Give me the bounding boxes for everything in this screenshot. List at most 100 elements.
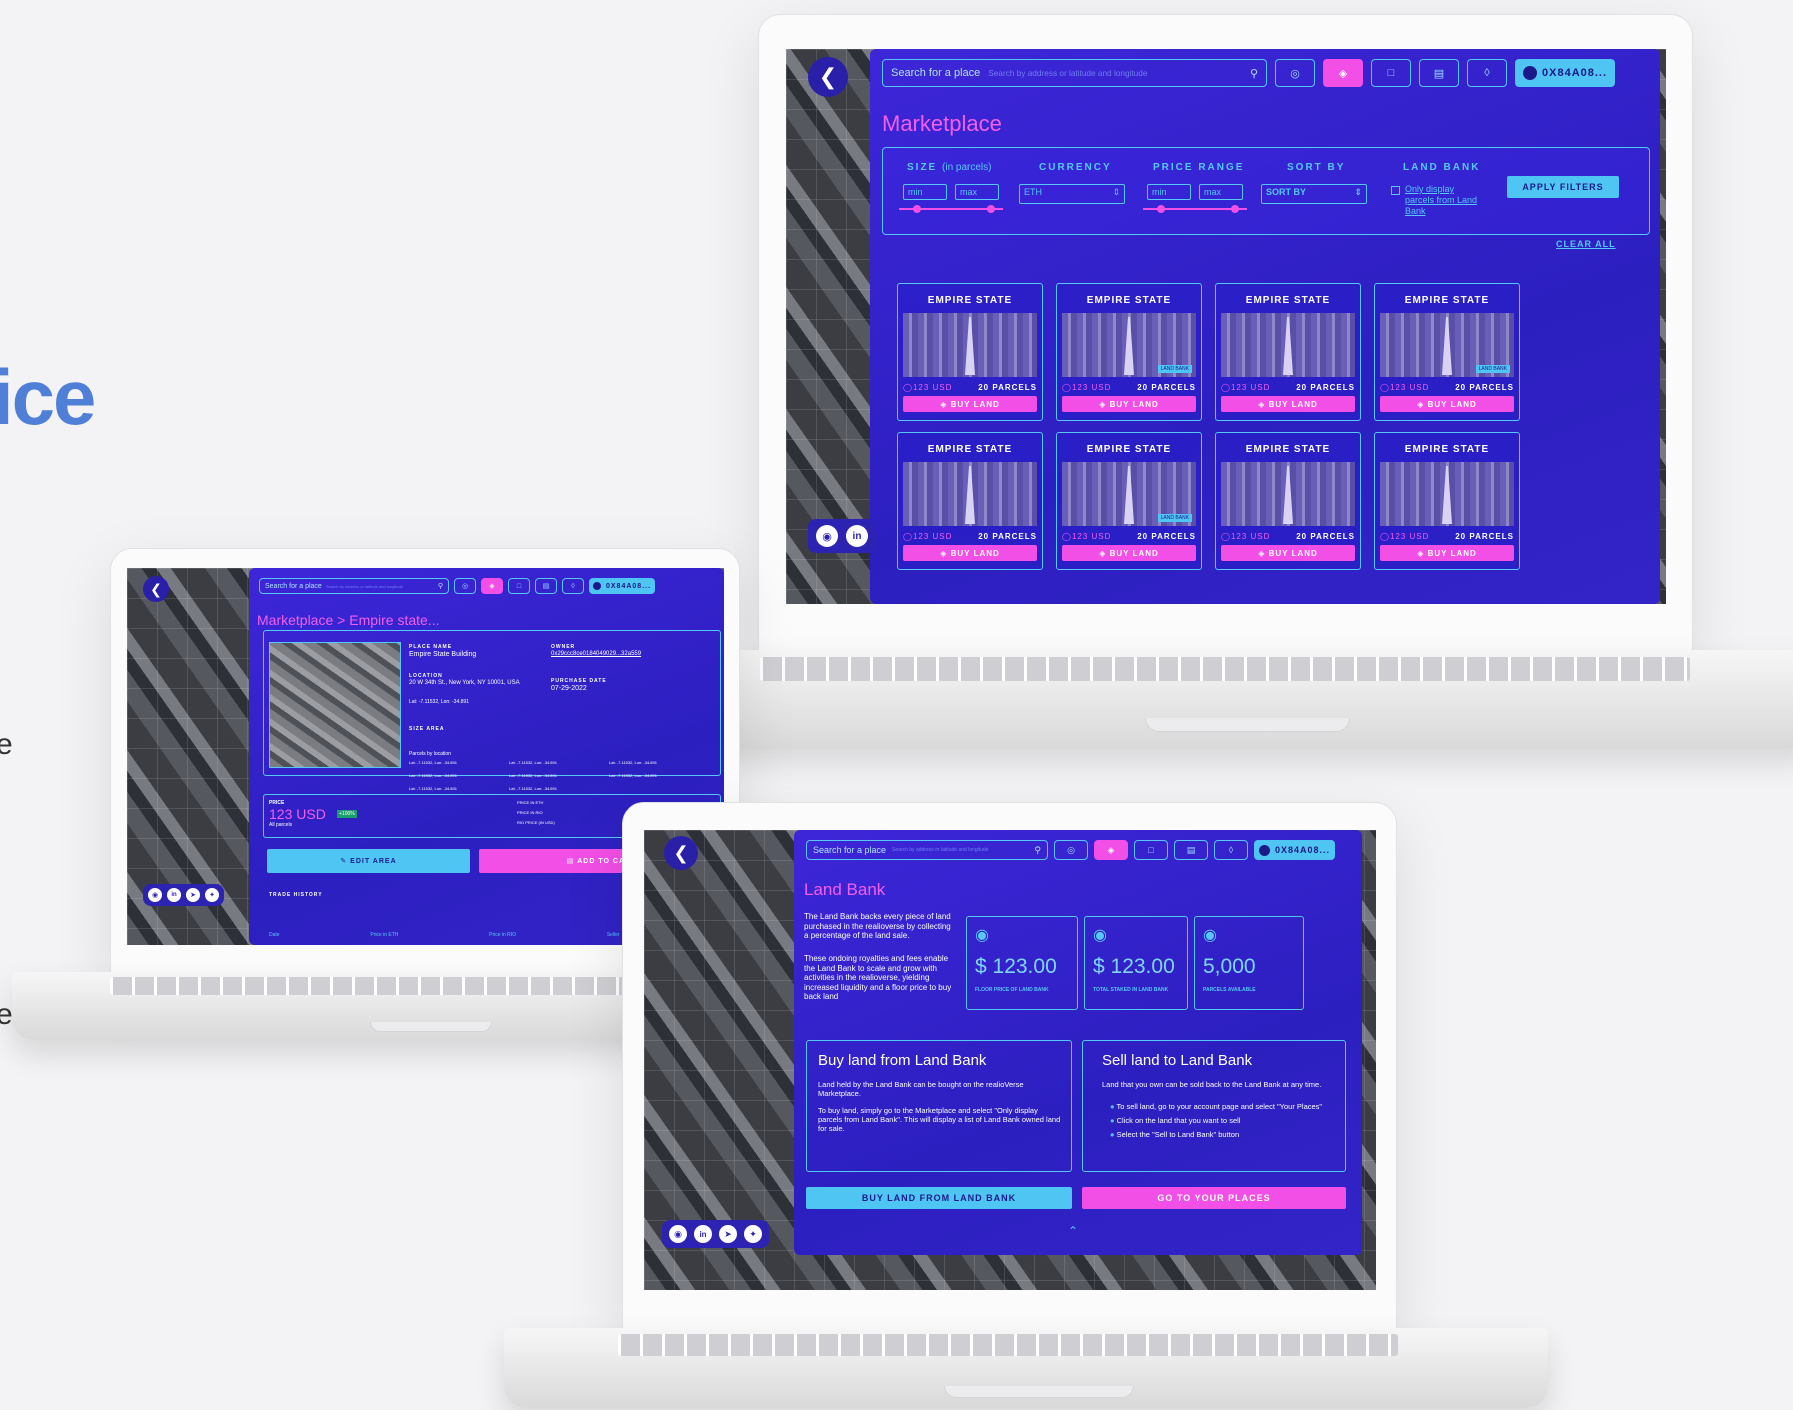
land-bank-checkbox[interactable]: [1391, 186, 1400, 195]
tag-icon[interactable]: ◈: [1323, 59, 1363, 87]
twitter-icon[interactable]: ✦: [205, 888, 219, 902]
wallet-address: 0X84A08...: [1542, 67, 1608, 79]
logo-icon[interactable]: ❮: [808, 57, 848, 97]
buy-land-button[interactable]: ◈ BUY LAND: [1062, 396, 1196, 412]
tag-icon: ◈: [1258, 399, 1269, 409]
listing-card[interactable]: EMPIRE STATE BUILDING ◯123 USD 20 PARCELS ◈…: [897, 283, 1043, 421]
search-input[interactable]: Search for a place Search by address or …: [806, 840, 1048, 860]
land-bank-option-label[interactable]: Only display parcels from Land Bank: [1405, 184, 1481, 217]
map-pin-icon[interactable]: ◎: [1275, 59, 1315, 87]
listing-card[interactable]: EMPIRE STATE BUILDING ◯123 USD 20 PARCELS ◈…: [897, 432, 1043, 570]
listing-image: [903, 462, 1037, 526]
buy-land-button[interactable]: ◈ BUY LAND: [1380, 396, 1514, 412]
github-icon[interactable]: ◉: [669, 1225, 687, 1243]
search-icon: ⚲: [1249, 67, 1258, 80]
listing-card[interactable]: EMPIRE STATE BUILDING ◯123 USD 20 PARCELS ◈…: [1374, 432, 1520, 570]
parcel-coordinate: Lat: -7.11532, Lon: -34.891: [509, 786, 557, 791]
linkedin-icon[interactable]: in: [167, 888, 181, 902]
cart-icon[interactable]: ▤: [535, 578, 557, 594]
bell-icon[interactable]: ◊: [1467, 59, 1507, 87]
tag-icon[interactable]: ◈: [481, 578, 503, 594]
map-pin-icon[interactable]: ◎: [1054, 840, 1088, 860]
bank-icon[interactable]: □: [1371, 59, 1411, 87]
github-icon[interactable]: ◉: [148, 888, 162, 902]
clear-all-link[interactable]: CLEAR ALL: [1556, 239, 1616, 249]
breadcrumb-marketplace[interactable]: Marketplace: [257, 612, 333, 628]
bullet-icon: ●: [1110, 1130, 1117, 1139]
page-title: Marketplace: [882, 111, 1002, 136]
buy-land-button[interactable]: ◈ BUY LAND: [1380, 545, 1514, 561]
telegram-icon[interactable]: ➤: [186, 888, 200, 902]
size-area-label: SIZE AREA: [409, 726, 445, 732]
listing-card[interactable]: EMPIRE STATE BUILDING ◯123 USD 20 PARCELS ◈…: [1215, 283, 1361, 421]
price-slider[interactable]: [1143, 205, 1247, 213]
size-label: SIZE (in parcels): [907, 162, 992, 173]
rio-price-label: RIO PRICE (IN USD): [517, 820, 555, 825]
linkedin-icon[interactable]: in: [846, 525, 868, 547]
search-icon: ⚲: [1034, 844, 1041, 855]
logo-icon[interactable]: ❮: [664, 836, 698, 870]
sort-select[interactable]: SORT BY ⇕: [1261, 184, 1367, 204]
apply-filters-button[interactable]: APPLY FILTERS: [1507, 176, 1619, 198]
listing-parcels: 20 PARCELS: [978, 383, 1037, 392]
listing-price: ◯123 USD: [1380, 532, 1430, 541]
buy-land-button[interactable]: ◈ BUY LAND: [903, 545, 1037, 561]
owner-address-link[interactable]: 0x29ccc8ce0184049029...32a559: [551, 651, 641, 657]
listing-name: EMPIRE STATE BUILDING: [1086, 444, 1172, 479]
github-icon[interactable]: ◉: [816, 525, 838, 547]
telegram-icon[interactable]: ➤: [719, 1225, 737, 1243]
listing-card[interactable]: EMPIRE STATE BUILDING ◯123 USD 20 PARCELS ◈…: [1215, 432, 1361, 570]
currency-select[interactable]: ETH ⇕: [1019, 184, 1125, 204]
currency-label: CURRENCY: [1039, 162, 1112, 173]
buy-land-button[interactable]: ◈ BUY LAND: [903, 396, 1037, 412]
all-parcels-label: All parcels: [269, 822, 293, 828]
buy-from-land-bank-button[interactable]: BUY LAND FROM LAND BANK: [806, 1187, 1072, 1209]
wallet-button[interactable]: 0X84A08...: [1515, 59, 1616, 87]
listing-price: ◯123 USD: [1062, 383, 1112, 392]
linkedin-icon[interactable]: in: [694, 1225, 712, 1243]
land-bank-screen: ❮ Search for a place Search by address o…: [644, 830, 1376, 1290]
wallet-button[interactable]: 0X84A08...: [1254, 840, 1336, 860]
currency-icon: ◯: [1380, 383, 1390, 392]
search-label: Search for a place: [813, 845, 887, 855]
size-min-input[interactable]: min: [903, 184, 947, 200]
search-input[interactable]: Search for a place Search by address or …: [882, 59, 1267, 87]
logo-icon[interactable]: ❮: [143, 576, 169, 602]
listing-card[interactable]: EMPIRE STATE BUILDING LAND BANK ◯123 USD 20…: [1056, 432, 1202, 570]
buy-land-text-1: Land held by the Land Bank can be bought…: [818, 1080, 1024, 1098]
bank-icon[interactable]: □: [508, 578, 530, 594]
map-pin-icon[interactable]: ◎: [454, 578, 476, 594]
search-label: Search for a place: [265, 582, 322, 590]
cart-icon[interactable]: ▤: [1419, 59, 1459, 87]
bell-icon[interactable]: ◊: [562, 578, 584, 594]
listing-parcels: 20 PARCELS: [1137, 532, 1196, 541]
wallet-button[interactable]: 0X84A08...: [589, 578, 656, 594]
property-image: [269, 642, 401, 768]
filters-panel: SIZE (in parcels) min max CURRENCY ETH ⇕ …: [882, 147, 1650, 235]
tag-icon: ◈: [1417, 399, 1428, 409]
search-hint: Search by address or latitude and longit…: [988, 68, 1148, 78]
buy-land-button[interactable]: ◈ BUY LAND: [1221, 545, 1355, 561]
price-min-input[interactable]: min: [1147, 184, 1191, 200]
buy-land-button[interactable]: ◈ BUY LAND: [1221, 396, 1355, 412]
listing-name: EMPIRE STATE BUILDING: [1245, 444, 1331, 479]
twitter-icon[interactable]: ✦: [744, 1225, 762, 1243]
bank-icon[interactable]: □: [1134, 840, 1168, 860]
bell-icon[interactable]: ◊: [1214, 840, 1248, 860]
buy-land-button[interactable]: ◈ BUY LAND: [1062, 545, 1196, 561]
search-input[interactable]: Search for a place Search by address or …: [259, 578, 449, 594]
cart-icon: ▤: [566, 858, 578, 865]
chevron-up-icon[interactable]: ⌃: [1068, 1224, 1078, 1238]
tag-icon[interactable]: ◈: [1094, 840, 1128, 860]
price-max-input[interactable]: max: [1199, 184, 1243, 200]
edit-area-button[interactable]: ✎ EDIT AREA: [267, 849, 470, 873]
size-max-input[interactable]: max: [955, 184, 999, 200]
tag-icon: ◈: [940, 548, 951, 558]
buy-land-text-2: To buy land, simply go to the Marketplac…: [818, 1106, 1061, 1133]
cart-icon[interactable]: ▤: [1174, 840, 1208, 860]
parcel-coordinate: Lat: -7.11532, Lon: -34.891: [509, 760, 557, 765]
size-slider[interactable]: [899, 205, 1003, 213]
go-to-your-places-button[interactable]: GO TO YOUR PLACES: [1082, 1187, 1346, 1209]
listing-card[interactable]: EMPIRE STATE BUILDING LAND BANK ◯123 USD 20…: [1056, 283, 1202, 421]
listing-card[interactable]: EMPIRE STATE BUILDING LAND BANK ◯123 USD 20…: [1374, 283, 1520, 421]
